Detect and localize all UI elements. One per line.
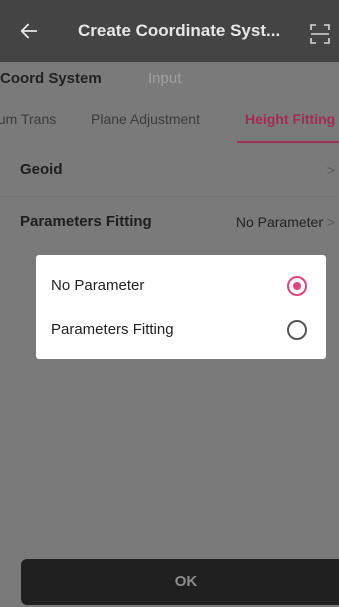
chevron-right-icon: >: [326, 214, 335, 230]
screen: Create Coordinate Syst... Coord System I…: [0, 0, 339, 607]
back-button[interactable]: [18, 16, 46, 46]
radio-unselected-icon[interactable]: [287, 320, 307, 340]
option-label: No Parameter: [51, 277, 145, 294]
active-tab-indicator: [237, 141, 339, 143]
scan-button[interactable]: [308, 22, 332, 46]
row-label: Parameters Fitting: [20, 213, 152, 230]
section-tabs: Coord System Input: [0, 62, 339, 94]
selection-dialog: No Parameter Parameters Fitting: [36, 255, 326, 359]
list-item-parameters-fitting[interactable]: Parameters Fitting No Parameter >: [0, 196, 339, 248]
back-arrow-icon: [20, 23, 38, 39]
tab-height-fitting[interactable]: Height Fitting: [245, 111, 335, 127]
tab-datum-trans[interactable]: tum Trans: [0, 111, 56, 127]
tab-plane-adjustment[interactable]: Plane Adjustment: [91, 111, 200, 127]
chevron-right-icon: >: [326, 162, 335, 178]
scan-frame-icon: [310, 24, 330, 44]
ok-button[interactable]: OK: [21, 559, 339, 605]
option-label: Parameters Fitting: [51, 321, 174, 338]
tab-input[interactable]: Input: [148, 70, 181, 87]
option-no-parameter[interactable]: No Parameter: [36, 262, 326, 308]
page-title: Create Coordinate Syst...: [78, 21, 281, 40]
sub-tabs: tum Trans Plane Adjustment Height Fittin…: [0, 94, 339, 144]
settings-list: Geoid > Parameters Fitting No Parameter …: [0, 144, 339, 607]
row-value: No Parameter: [235, 214, 323, 230]
option-parameters-fitting[interactable]: Parameters Fitting: [36, 306, 326, 352]
title-bar: Create Coordinate Syst...: [0, 0, 339, 62]
radio-dot: [293, 282, 301, 290]
row-label: Geoid: [20, 161, 63, 178]
radio-selected-icon[interactable]: [287, 276, 307, 296]
tab-coord-system[interactable]: Coord System: [0, 70, 102, 87]
list-item-geoid[interactable]: Geoid >: [0, 144, 339, 196]
